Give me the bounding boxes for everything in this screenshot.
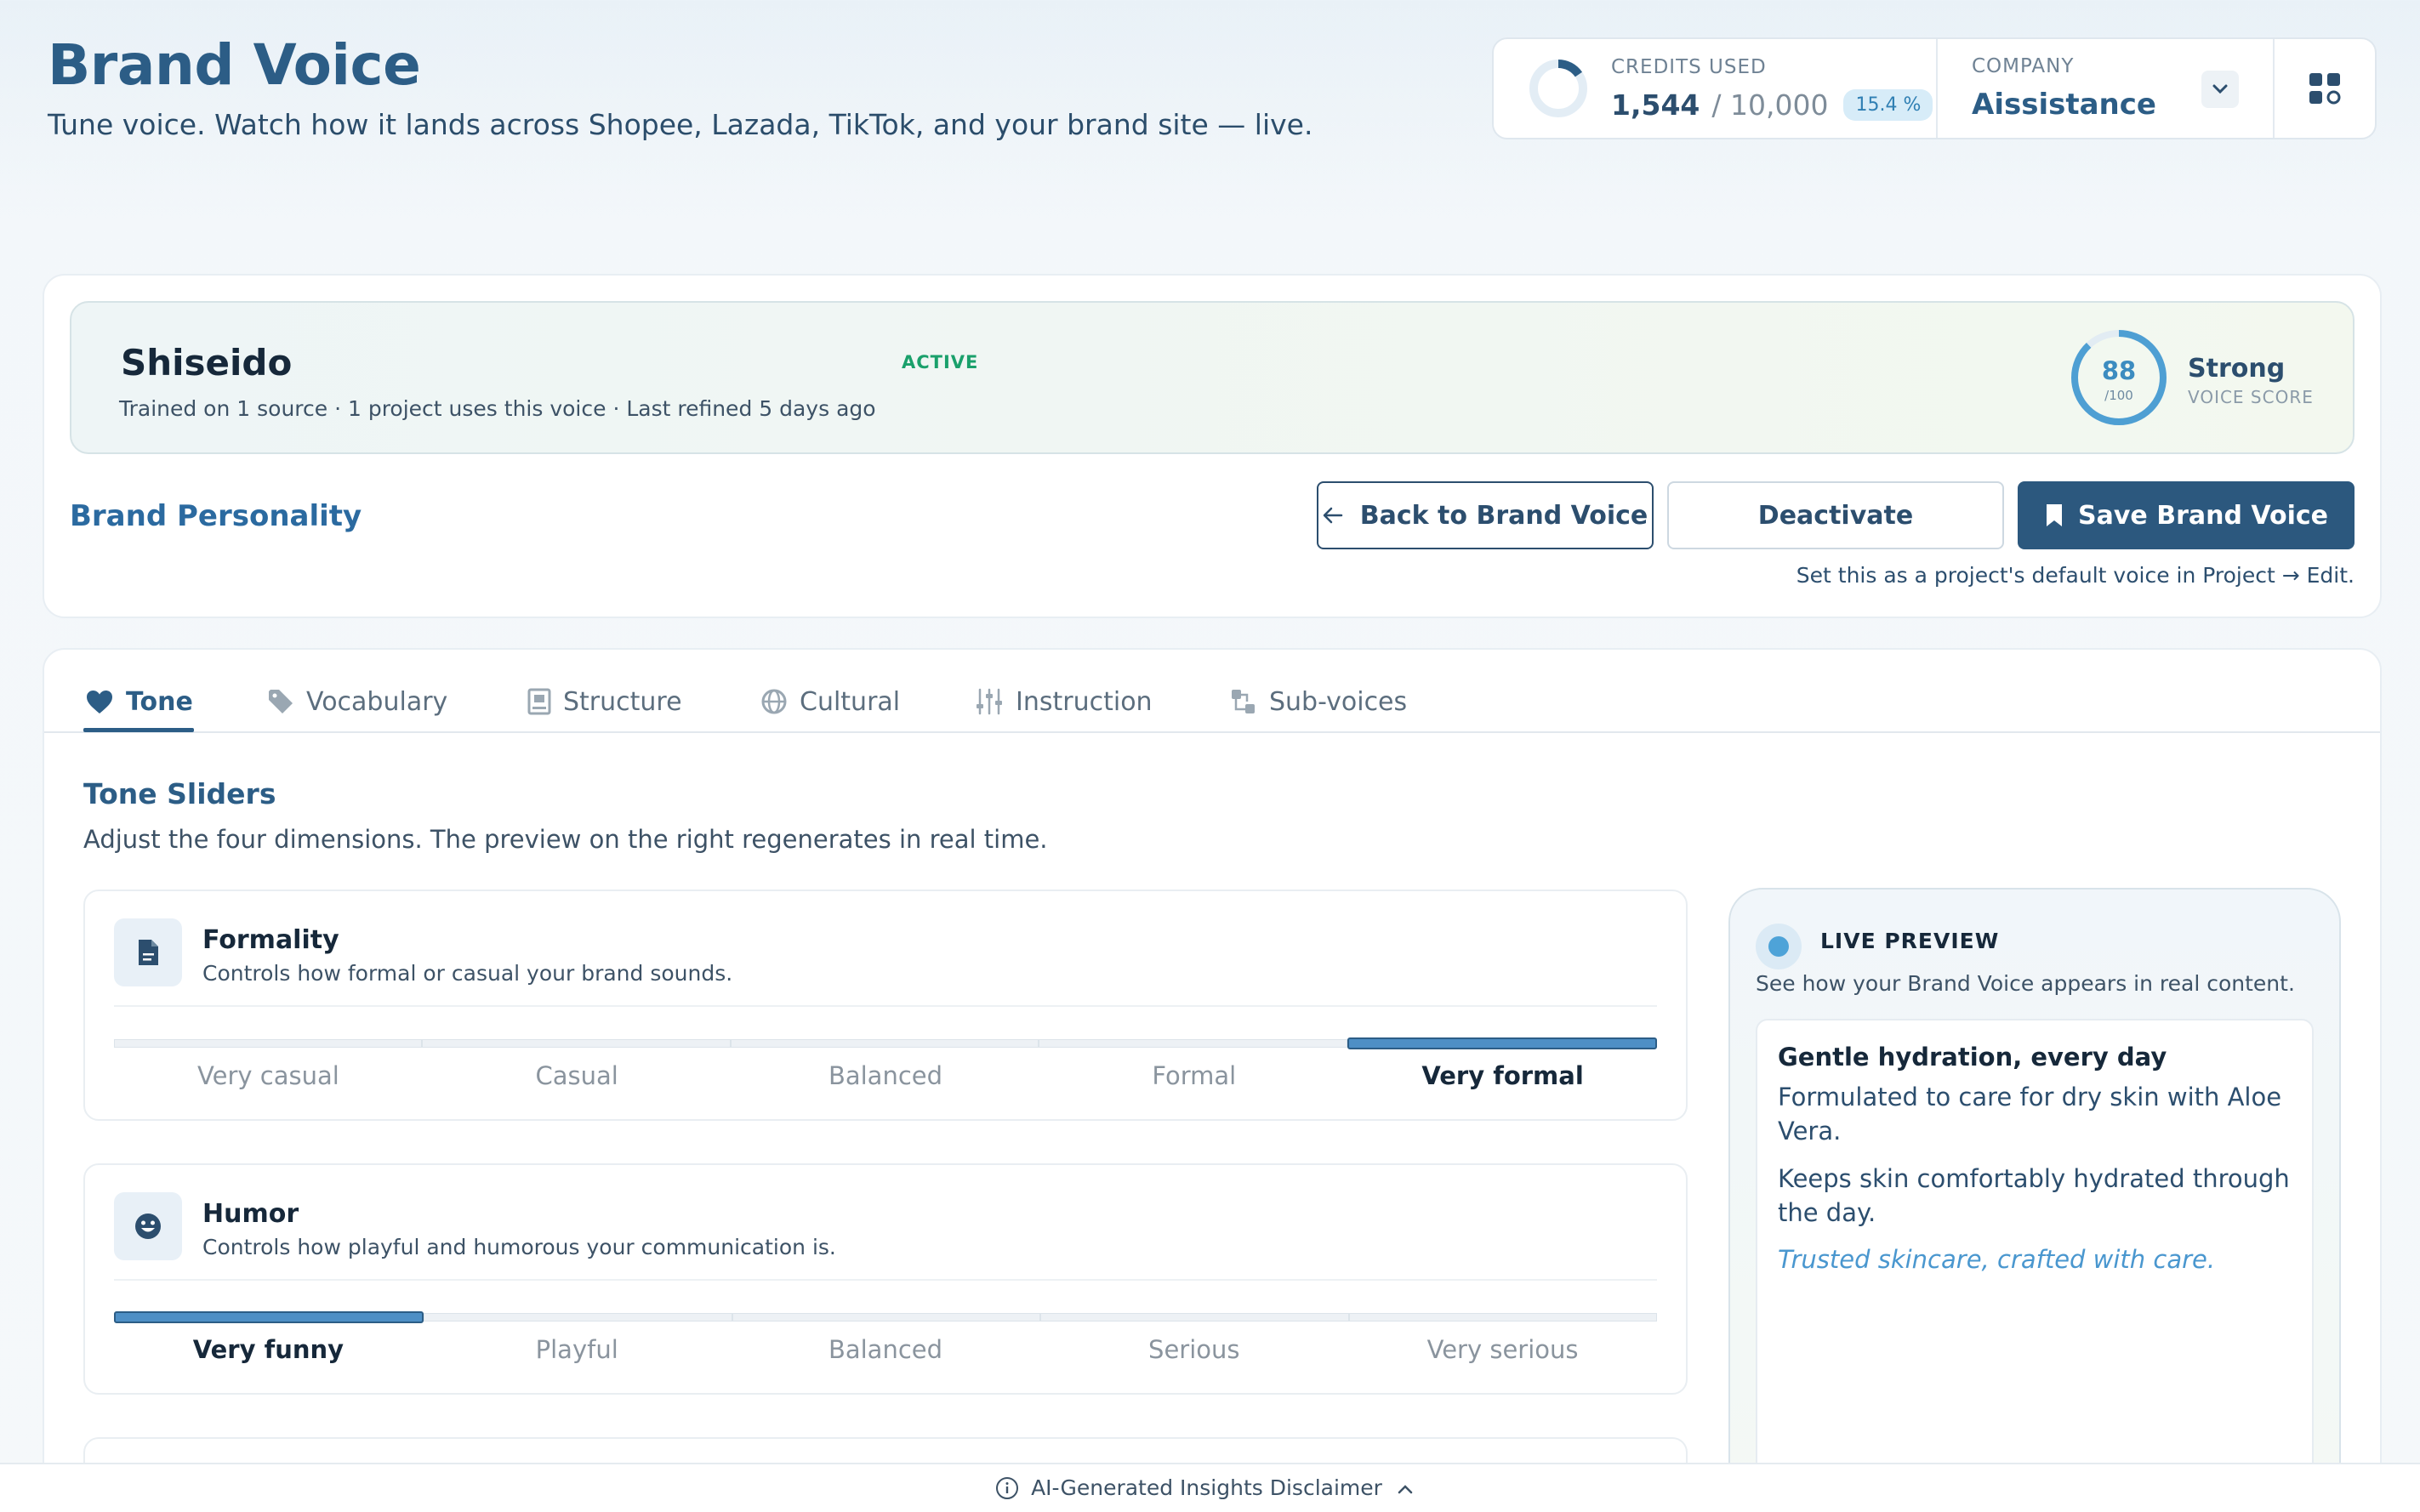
slider-title: Humor bbox=[202, 1199, 299, 1229]
slider-segment[interactable] bbox=[424, 1313, 732, 1322]
preview-body: Formulated to care for dry skin with Alo… bbox=[1778, 1083, 2282, 1145]
slider-title: Formality bbox=[202, 925, 339, 955]
live-preview-subtitle: See how your Brand Voice appears in real… bbox=[1756, 971, 2295, 996]
slider-segment[interactable] bbox=[1039, 1039, 1347, 1048]
tab-label: Cultural bbox=[800, 686, 901, 717]
apps-grid-icon[interactable] bbox=[2275, 39, 2375, 138]
company-name: Aissistance bbox=[1972, 88, 2156, 122]
live-preview-label: LIVE PREVIEW bbox=[1820, 929, 2000, 953]
globe-icon bbox=[761, 689, 787, 714]
slider-option-label[interactable]: Very formal bbox=[1348, 1061, 1657, 1090]
tab-structure[interactable]: Structure bbox=[527, 672, 682, 731]
slider-option-label[interactable]: Serious bbox=[1039, 1335, 1348, 1364]
tab-label: Instruction bbox=[1016, 686, 1153, 717]
back-to-brand-voice-button[interactable]: Back to Brand Voice bbox=[1317, 481, 1654, 549]
credits-used-value: 1,544 bbox=[1611, 88, 1700, 122]
voice-score-caption: VOICE SCORE bbox=[2188, 387, 2314, 407]
slider-segment[interactable] bbox=[1347, 1037, 1658, 1049]
info-icon bbox=[996, 1476, 1019, 1499]
deactivate-button-label: Deactivate bbox=[1757, 500, 1914, 531]
credits-progress-ring bbox=[1529, 60, 1587, 117]
tag-icon bbox=[269, 690, 293, 713]
credits-percent-badge: 15.4 % bbox=[1843, 88, 1933, 121]
tab-vocabulary[interactable]: Vocabulary bbox=[267, 672, 447, 731]
slider-segment[interactable] bbox=[730, 1039, 1039, 1048]
divider bbox=[114, 1005, 1657, 1007]
chevron-up-icon bbox=[1398, 1478, 1425, 1498]
preview-headline: Gentle hydration, every day bbox=[1778, 1043, 2167, 1071]
brand-personality-title: Brand Personality bbox=[70, 499, 362, 533]
credits-label: CREDITS USED bbox=[1611, 55, 1767, 78]
voice-score-label: Strong bbox=[2188, 354, 2286, 384]
tone-sliders-title: Tone Sliders bbox=[83, 777, 276, 810]
account-summary-card: CREDITS USED 1,544 / 10,000 15.4 % COMPA… bbox=[1492, 37, 2377, 139]
page-subtitle: Tune voice. Watch how it lands across Sh… bbox=[48, 108, 1313, 141]
slider-description: Controls how playful and humorous your c… bbox=[202, 1235, 836, 1259]
bookmark-icon bbox=[2047, 504, 2062, 526]
humor-slider-labels: Very funny Playful Balanced Serious Very ser… bbox=[114, 1335, 1657, 1364]
tab-label: Sub-voices bbox=[1269, 686, 1408, 717]
tab-label: Vocabulary bbox=[306, 686, 448, 717]
heart-icon bbox=[87, 691, 112, 713]
smiley-icon bbox=[114, 1192, 182, 1260]
preview-tagline: Trusted skincare, crafted with care. bbox=[1778, 1245, 2216, 1274]
slider-option-label[interactable]: Very casual bbox=[114, 1061, 423, 1090]
chevron-down-icon[interactable] bbox=[2201, 71, 2239, 108]
sub-voices-icon bbox=[1232, 690, 1255, 713]
structure-icon bbox=[527, 688, 551, 715]
tab-sub-voices[interactable]: Sub-voices bbox=[1230, 672, 1407, 731]
save-button-label: Save Brand Voice bbox=[2078, 500, 2328, 531]
slider-option-label[interactable]: Formal bbox=[1039, 1061, 1348, 1090]
formality-slider-card: Formality Controls how formal or casual … bbox=[83, 890, 1688, 1121]
slider-option-label[interactable]: Very serious bbox=[1348, 1335, 1657, 1364]
formality-slider-track[interactable] bbox=[114, 1037, 1658, 1049]
status-badge: ACTIVE bbox=[902, 352, 979, 372]
default-voice-hint: Set this as a project's default voice in… bbox=[1796, 563, 2355, 588]
page-title: Brand Voice bbox=[48, 32, 421, 98]
tab-tone[interactable]: Tone bbox=[85, 672, 193, 731]
divider bbox=[114, 1279, 1657, 1281]
live-indicator-icon bbox=[1756, 924, 1802, 969]
tab-label: Tone bbox=[126, 686, 193, 717]
slider-segment[interactable] bbox=[1348, 1313, 1658, 1322]
voice-score-max: /100 bbox=[2104, 388, 2133, 403]
voice-score-value: 88 bbox=[2101, 356, 2137, 385]
voice-summary-card bbox=[70, 301, 2355, 454]
tab-instruction[interactable]: Instruction bbox=[975, 672, 1153, 731]
deactivate-button[interactable]: Deactivate bbox=[1667, 481, 2004, 549]
slider-segment[interactable] bbox=[422, 1039, 731, 1048]
slider-option-label[interactable]: Very funny bbox=[114, 1335, 423, 1364]
slider-segment[interactable] bbox=[114, 1311, 424, 1323]
preview-body: Keeps skin comfortably hydrated through … bbox=[1778, 1164, 2290, 1227]
slider-option-label[interactable]: Casual bbox=[423, 1061, 732, 1090]
tab-cultural[interactable]: Cultural bbox=[760, 672, 900, 731]
slider-description: Controls how formal or casual your brand… bbox=[202, 961, 733, 986]
slider-segment[interactable] bbox=[114, 1039, 423, 1048]
slider-option-label[interactable]: Playful bbox=[423, 1335, 732, 1364]
tab-label: Structure bbox=[563, 686, 682, 717]
save-brand-voice-button[interactable]: Save Brand Voice bbox=[2018, 481, 2355, 549]
voice-meta: Trained on 1 source · 1 project uses thi… bbox=[119, 396, 876, 421]
active-tab-indicator bbox=[83, 728, 194, 732]
humor-slider-track[interactable] bbox=[114, 1311, 1658, 1323]
disclaimer-label: AI-Generated Insights Disclaimer bbox=[1031, 1475, 1382, 1500]
sliders-icon bbox=[977, 688, 1002, 715]
company-label: COMPANY bbox=[1972, 55, 2075, 77]
arrow-left-icon bbox=[1323, 501, 1343, 531]
slider-segment[interactable] bbox=[1040, 1313, 1349, 1322]
voice-name: Shiseido bbox=[121, 342, 293, 384]
slider-option-label[interactable]: Balanced bbox=[732, 1061, 1040, 1090]
slider-option-label[interactable]: Balanced bbox=[732, 1335, 1040, 1364]
humor-slider-card: Humor Controls how playful and humorous … bbox=[83, 1163, 1688, 1395]
credits-usage: CREDITS USED 1,544 / 10,000 15.4 % bbox=[1494, 39, 1938, 138]
tone-sliders-subtitle: Adjust the four dimensions. The preview … bbox=[83, 825, 1048, 854]
slider-segment[interactable] bbox=[732, 1313, 1041, 1322]
document-icon bbox=[114, 918, 182, 986]
credits-total-value: / 10,000 bbox=[1711, 88, 1829, 122]
formality-slider-labels: Very casual Casual Balanced Formal Very form… bbox=[114, 1061, 1657, 1090]
company-selector[interactable]: COMPANY Aissistance bbox=[1938, 39, 2275, 138]
disclaimer-toggle[interactable]: AI-Generated Insights Disclaimer bbox=[0, 1475, 2420, 1500]
back-button-label: Back to Brand Voice bbox=[1359, 500, 1648, 531]
